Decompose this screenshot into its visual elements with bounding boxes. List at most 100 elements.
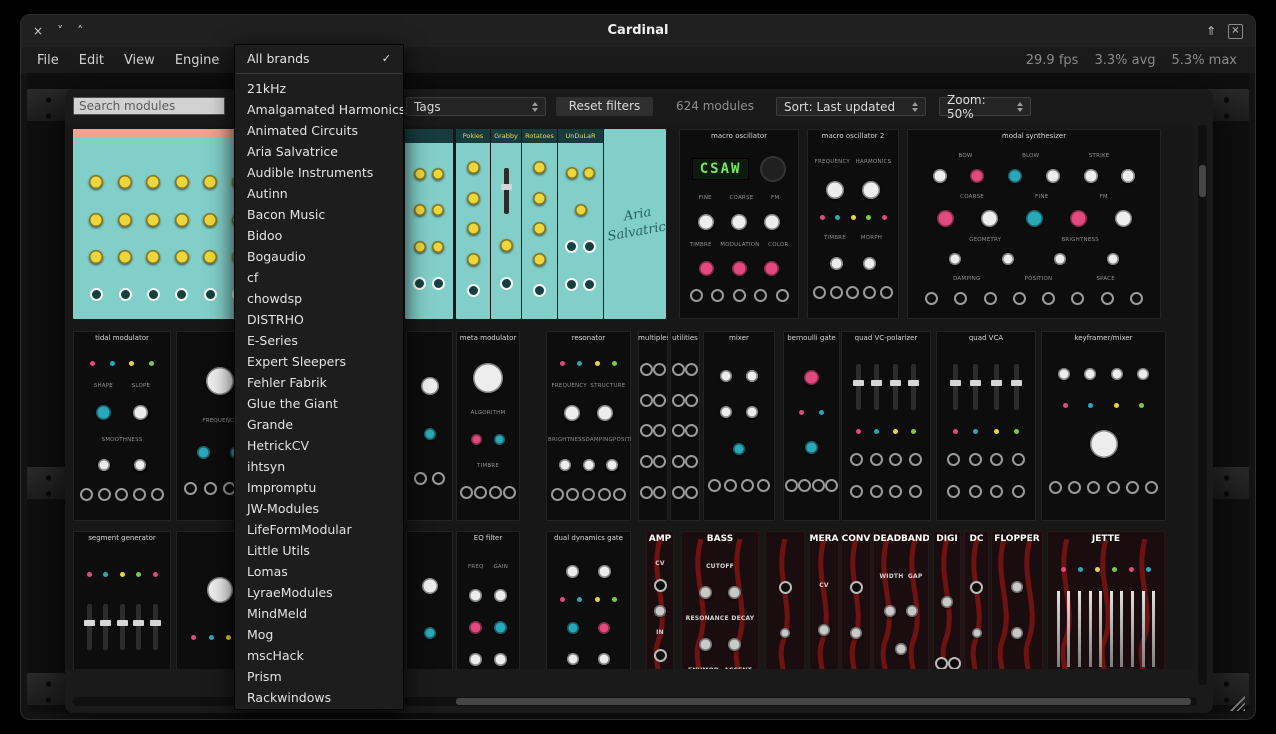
module-card[interactable]: UnDuLaR	[558, 129, 603, 319]
module-card[interactable]: utilities	[670, 331, 700, 521]
module-card[interactable]: bernoulli gate	[783, 331, 840, 521]
brand-menu-item[interactable]: cf	[235, 267, 403, 288]
module-card[interactable]: dual dynamics gate	[546, 531, 631, 669]
brand-menu-item[interactable]: Expert Sleepers	[235, 351, 403, 372]
module-card[interactable]: DC	[964, 531, 989, 669]
brand-menu-item[interactable]: E-Series	[235, 330, 403, 351]
module-card[interactable]: MERACV	[809, 531, 839, 669]
knob-label: FINE	[1035, 194, 1048, 200]
module-card[interactable]: macro oscillator 2FREQUENCYHARMONICSTIMB…	[807, 129, 899, 319]
module-card[interactable]: Pokies	[456, 129, 490, 319]
led-icon	[1095, 567, 1100, 572]
module-card[interactable]: CONV	[841, 531, 871, 669]
menubar-item-view[interactable]: View	[114, 53, 165, 68]
module-card[interactable]: Grabby	[491, 129, 521, 319]
menubar-item-edit[interactable]: Edit	[69, 53, 114, 68]
reset-filters-button[interactable]: Reset filters	[556, 97, 653, 116]
jack-icon	[640, 486, 653, 499]
module-card[interactable]	[765, 531, 805, 669]
tags-dropdown[interactable]: Tags	[406, 97, 546, 116]
knob-icon	[598, 565, 611, 578]
brand-menu-item-label: Mog	[247, 627, 273, 642]
knob-label: BLOW	[1022, 153, 1039, 159]
module-card[interactable]: quad VCA	[936, 331, 1036, 521]
vertical-scrollbar[interactable]	[1198, 125, 1207, 685]
jack-icon	[583, 240, 596, 253]
brand-menu-item[interactable]: Fehler Fabrik	[235, 372, 403, 393]
module-card[interactable]: mixer	[703, 331, 775, 521]
module-card[interactable]: meta modulatorALGORITHMTIMBRE	[456, 331, 520, 521]
brand-menu-item[interactable]: Animated Circuits	[235, 120, 403, 141]
module-card[interactable]: AMPCVINOUT	[646, 531, 674, 669]
brand-menu-item[interactable]: Mog	[235, 624, 403, 645]
brand-menu-item-label: Fehler Fabrik	[247, 375, 327, 390]
menubar-item-file[interactable]: File	[27, 53, 69, 68]
keep-on-top-icon[interactable]: ⇑	[1206, 24, 1216, 38]
knob-icon	[764, 214, 780, 230]
kill-window-icon[interactable]: ×	[1228, 24, 1243, 39]
module-card[interactable]: JETTE	[1047, 531, 1165, 669]
brand-menu-item[interactable]: Prism	[235, 666, 403, 687]
search-input[interactable]	[73, 97, 225, 115]
led-icon	[129, 361, 134, 366]
brand-menu-item[interactable]: JW-Modules	[235, 498, 403, 519]
module-card[interactable]: keyframer/mixer	[1041, 331, 1166, 521]
module-card[interactable]: segment generator	[73, 531, 171, 669]
brand-menu-item[interactable]: LyraeModules	[235, 582, 403, 603]
brand-menu-item[interactable]: Audible Instruments	[235, 162, 403, 183]
module-card[interactable]: tidal modulatorSHAPESLOPESMOOTHNESS	[73, 331, 171, 521]
module-card[interactable]: FLOPPER	[991, 531, 1043, 669]
jack-icon	[1101, 292, 1114, 305]
knob-icon	[598, 653, 610, 665]
brand-menu-item[interactable]: chowdsp	[235, 288, 403, 309]
brand-menu-item[interactable]: Glue the Giant	[235, 393, 403, 414]
brand-menu-item[interactable]: ihtsyn	[235, 456, 403, 477]
brand-menu-item[interactable]: All brands✓	[235, 48, 403, 69]
module-card[interactable]	[406, 331, 453, 521]
module-card[interactable]: modal synthesizerBOWBLOWSTRIKECOARSEFINE…	[907, 129, 1161, 319]
module-body	[703, 345, 775, 517]
horizontal-scrollbar-thumb[interactable]	[456, 698, 1191, 705]
pipe-icon	[1120, 591, 1123, 667]
brand-menu-item[interactable]: DISTRHO	[235, 309, 403, 330]
module-card[interactable]: quad VC-polarizer	[841, 331, 931, 521]
module-row	[681, 214, 797, 230]
module-card[interactable]: DEADBANDWIDTHGAP	[873, 531, 929, 669]
module-body	[991, 547, 1043, 669]
brand-menu-item[interactable]: Aria Salvatrice	[235, 141, 403, 162]
brand-menu-item[interactable]: 21kHz	[235, 78, 403, 99]
module-card[interactable]: Aria Salvatrice	[604, 129, 666, 319]
module-body: WIDTHGAP	[873, 547, 929, 669]
module-card[interactable]: DIGI	[933, 531, 961, 669]
brand-menu-item[interactable]: LifeFormModular	[235, 519, 403, 540]
module-row	[875, 605, 927, 617]
module-card[interactable]: resonatorFREQUENCYSTRUCTUREBRIGHTNESSDAM…	[546, 331, 631, 521]
brand-menu-item[interactable]: Rackwindows	[235, 687, 403, 708]
brand-menu-item[interactable]: Grande	[235, 414, 403, 435]
sort-dropdown[interactable]: Sort: Last updated	[776, 97, 926, 116]
module-card[interactable]	[405, 129, 453, 319]
menubar: FileEditViewEngineHelp 29.9 fps 3.3% avg…	[21, 47, 1255, 73]
vertical-scrollbar-thumb[interactable]	[1199, 165, 1206, 197]
brand-menu-item[interactable]: Bidoo	[235, 225, 403, 246]
brand-menu-item[interactable]: Bogaudio	[235, 246, 403, 267]
zoom-dropdown[interactable]: Zoom: 50%	[939, 97, 1031, 116]
module-card[interactable]: EQ filterFREQGAIN	[456, 531, 520, 669]
brand-menu-item[interactable]: Impromptu	[235, 477, 403, 498]
brand-menu-item[interactable]: Little Utils	[235, 540, 403, 561]
module-card[interactable]: multiples	[638, 331, 668, 521]
brand-menu-item[interactable]: Lomas	[235, 561, 403, 582]
module-card[interactable]: macro oscillatorCSAWFINECOARSEFMTIMBREMO…	[679, 129, 799, 319]
brand-menu-item[interactable]: MindMeld	[235, 603, 403, 624]
menubar-item-engine[interactable]: Engine	[165, 53, 230, 68]
brand-menu-item[interactable]: Bacon Music	[235, 204, 403, 225]
module-card[interactable]: Rotatoes	[522, 129, 557, 319]
module-card[interactable]	[406, 531, 453, 669]
brand-menu-item[interactable]: Amalgamated Harmonics	[235, 99, 403, 120]
brand-menu-item[interactable]: mscHack	[235, 645, 403, 666]
module-row	[458, 284, 488, 297]
module-row	[493, 168, 519, 214]
brand-menu-item[interactable]: Autinn	[235, 183, 403, 204]
module-card[interactable]: BASSCUTOFFRESONANCEDECAYENVMODACCENT	[681, 531, 759, 669]
brand-menu-item[interactable]: HetrickCV	[235, 435, 403, 456]
